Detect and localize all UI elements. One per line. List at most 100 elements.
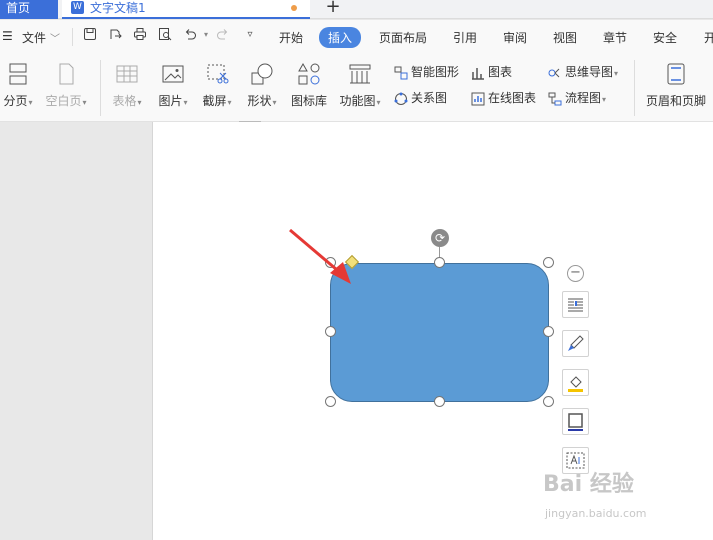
- watermark-url: jingyan.baidu.com: [545, 507, 647, 520]
- mind-map-button[interactable]: 思维导图▾: [548, 64, 618, 82]
- print-icon[interactable]: [132, 27, 148, 43]
- shape-icon: [251, 63, 273, 85]
- shape-label: 形状: [247, 94, 272, 108]
- tab-document[interactable]: W 文字文稿1: [62, 0, 310, 19]
- tab-home-label: 首页: [6, 1, 31, 15]
- resize-handle-bottom-left[interactable]: [325, 396, 336, 407]
- screenshot-icon: [207, 64, 229, 84]
- chart-label: 图表: [488, 65, 513, 79]
- rounded-rectangle-shape[interactable]: [330, 263, 549, 402]
- flowchart-icon: [548, 92, 562, 105]
- page-break-button[interactable]: 分页▾: [0, 62, 36, 109]
- text-wrap-icon: [568, 298, 583, 312]
- resize-handle-bottom-right[interactable]: [543, 396, 554, 407]
- icon-library-button[interactable]: 图标库: [289, 62, 329, 109]
- shape-style-button[interactable]: [562, 330, 589, 357]
- tab-references[interactable]: 引用: [453, 29, 477, 46]
- resize-handle-bottom[interactable]: [434, 396, 445, 407]
- table-button[interactable]: 表格▾: [108, 62, 146, 109]
- print-preview-icon[interactable]: [157, 27, 173, 43]
- tab-page-layout[interactable]: 页面布局: [379, 29, 427, 46]
- undo-icon[interactable]: [182, 27, 198, 43]
- ribbon-insert: 分页▾ 空白页▾ 表格▾ 图片▾ 截屏▾ 形状▾ 图标库 功能图▾ 智能图形 图…: [0, 54, 713, 122]
- table-icon: [116, 65, 138, 83]
- relation-chart-button[interactable]: 关系图: [394, 90, 447, 106]
- screenshot-button[interactable]: 截屏▾: [198, 62, 236, 109]
- mind-map-label: 思维导图: [565, 65, 614, 79]
- save-icon[interactable]: [82, 27, 98, 43]
- picture-button[interactable]: 图片▾: [154, 62, 192, 109]
- page-break-icon: [9, 63, 27, 85]
- function-chart-button[interactable]: 功能图▾: [336, 62, 384, 109]
- customize-toolbar-icon[interactable]: ▿: [242, 27, 258, 43]
- divider: [72, 28, 73, 46]
- watermark-logo: Bai 经验: [543, 472, 634, 497]
- blank-page-button[interactable]: 空白页▾: [42, 62, 90, 109]
- mind-map-icon: [548, 68, 560, 77]
- outline-color-button[interactable]: [562, 408, 589, 435]
- divider: [634, 60, 635, 116]
- header-footer-icon: [667, 63, 685, 85]
- new-tab-button[interactable]: +: [320, 0, 346, 19]
- outline-icon: [568, 413, 583, 431]
- unsaved-dot-icon: [291, 5, 297, 11]
- smart-art-button[interactable]: 智能图形: [394, 64, 459, 80]
- flowchart-button[interactable]: 流程图▾: [548, 90, 606, 108]
- table-label: 表格: [112, 94, 137, 108]
- resize-handle-right[interactable]: [543, 326, 554, 337]
- rotate-handle-icon[interactable]: ⟳: [431, 229, 449, 247]
- tab-home[interactable]: 首页: [0, 0, 58, 19]
- redo-icon: [215, 27, 231, 43]
- online-chart-button[interactable]: 在线图表: [471, 90, 536, 106]
- undo-dropdown-icon[interactable]: ▾: [198, 27, 214, 43]
- header-footer-button[interactable]: 页眉和页脚: [643, 62, 709, 109]
- header-footer-label: 页眉和页脚: [645, 94, 706, 108]
- icon-library-icon: [298, 62, 320, 85]
- file-menu[interactable]: 文件 ﹀: [22, 29, 60, 46]
- resize-handle-left[interactable]: [325, 326, 336, 337]
- left-margin-area: [0, 122, 152, 540]
- menu-bar: ☰ 文件 ﹀ ▾ ▿ 开始 插入 页面布局 引用 审阅 视图 章节 安全 开: [0, 20, 713, 54]
- shape-button[interactable]: 形状▾: [243, 62, 281, 109]
- bar-chart-icon: [472, 67, 484, 80]
- file-menu-label: 文件: [22, 31, 47, 45]
- tab-review[interactable]: 审阅: [503, 29, 527, 46]
- online-chart-icon: [471, 92, 485, 105]
- paint-bucket-icon: [568, 376, 583, 392]
- picture-label: 图片: [158, 94, 183, 108]
- annotation-arrow: [289, 228, 351, 284]
- blank-page-icon: [59, 63, 74, 85]
- fill-color-button[interactable]: [562, 369, 589, 396]
- paintbrush-icon: [568, 335, 584, 351]
- tab-view[interactable]: 视图: [553, 29, 577, 46]
- smart-art-label: 智能图形: [411, 65, 460, 79]
- screenshot-label: 截屏: [202, 94, 227, 108]
- tab-more[interactable]: 开: [704, 29, 713, 46]
- function-chart-icon: [349, 64, 371, 84]
- word-doc-icon: W: [71, 1, 84, 14]
- resize-handle-top[interactable]: [434, 257, 445, 268]
- tab-document-title: 文字文稿1: [90, 1, 146, 15]
- chart-button[interactable]: 图表: [471, 64, 512, 80]
- page-corner-mark: [239, 121, 261, 122]
- menu-icon[interactable]: ☰: [2, 29, 13, 43]
- blank-page-label: 空白页: [45, 94, 82, 108]
- flowchart-label: 流程图: [565, 91, 602, 105]
- tab-bar: 首页 W 文字文稿1 +: [0, 0, 713, 19]
- export-icon[interactable]: [107, 27, 123, 43]
- function-chart-label: 功能图: [339, 94, 376, 108]
- picture-icon: [162, 65, 184, 83]
- tab-chapter[interactable]: 章节: [603, 29, 627, 46]
- tab-security[interactable]: 安全: [653, 29, 677, 46]
- icon-library-label: 图标库: [290, 94, 327, 108]
- divider: [100, 60, 101, 116]
- smart-art-icon: [394, 66, 408, 79]
- resize-handle-top-right[interactable]: [543, 257, 554, 268]
- collapse-toolbar-icon[interactable]: −: [567, 265, 584, 282]
- chevron-down-icon: ﹀: [50, 34, 61, 45]
- relation-chart-label: 关系图: [411, 91, 448, 105]
- tab-start[interactable]: 开始: [279, 29, 303, 46]
- text-wrap-button[interactable]: [562, 291, 589, 318]
- tab-insert[interactable]: 插入: [319, 27, 362, 48]
- online-chart-label: 在线图表: [488, 91, 537, 105]
